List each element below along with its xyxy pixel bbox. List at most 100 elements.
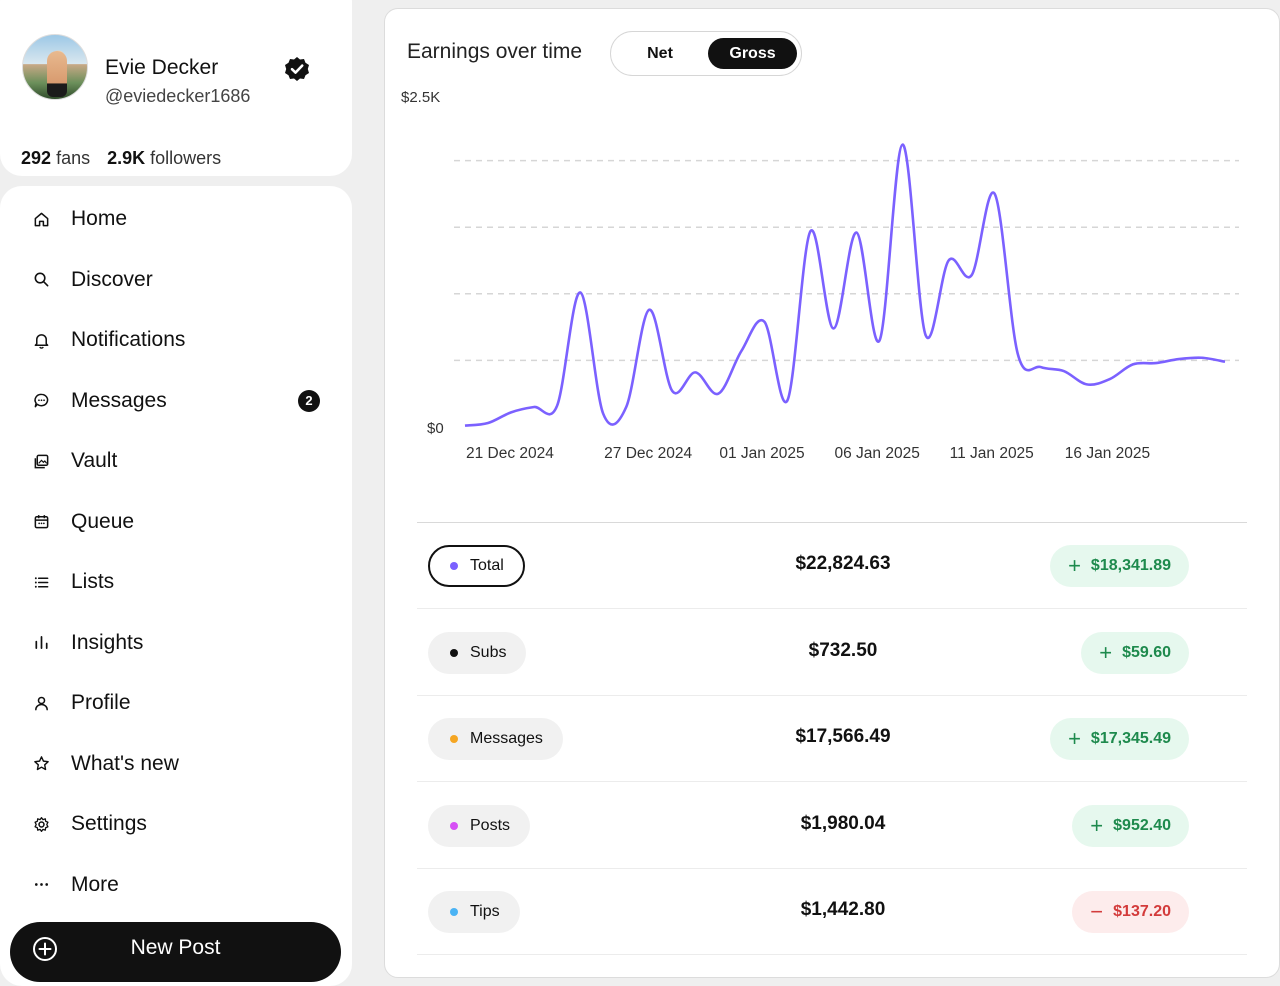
change-amount: $59.60 [1122,643,1171,661]
change-amount: $952.40 [1113,816,1171,834]
category-label: Posts [470,816,511,834]
category-pill-messages[interactable]: Messages [428,718,563,760]
followers-label: followers [150,148,222,168]
category-pill-tips[interactable]: Tips [428,891,520,933]
data-point[interactable] [782,395,792,405]
data-point[interactable] [1013,349,1023,359]
data-point[interactable] [506,407,516,417]
nav-item-what-s-new[interactable]: What's new [0,736,352,792]
data-point[interactable] [852,228,862,238]
nav-item-insights[interactable]: Insights [0,615,352,671]
data-point[interactable] [736,346,746,356]
nav-item-vault[interactable]: Vault [0,433,352,489]
plus-icon: + [1099,639,1113,665]
data-point[interactable] [921,330,931,340]
earnings-row-tips: Tips $1,442.80 − $137.20 [417,869,1247,955]
earnings-row-total: Total $22,824.63 + $18,341.89 [417,523,1247,609]
change-badge: + $17,345.49 [1050,718,1189,760]
nav-item-home[interactable]: Home [0,191,352,247]
nav-item-label: Settings [71,812,147,835]
data-point[interactable] [460,421,470,431]
chat-bubble-icon [32,392,50,410]
data-point[interactable] [552,401,562,411]
data-point[interactable] [898,140,908,150]
data-point[interactable] [1174,354,1184,364]
earnings-panel: Earnings over time Net Gross $2.5K $0 21… [384,8,1280,978]
username-handle: @eviedecker1686 [105,86,251,106]
nav-item-messages[interactable]: Messages 2 [0,373,352,429]
nav-item-label: Profile [71,691,131,714]
gear-icon [32,815,50,833]
user-icon [32,694,50,712]
category-label: Subs [470,643,507,661]
category-pill-total[interactable]: Total [428,545,525,587]
nav-item-label: Queue [71,509,135,533]
category-pill-subs[interactable]: Subs [428,631,527,674]
bell-icon [32,331,50,349]
nav-item-more[interactable]: More [0,857,352,913]
x-tick-label: 11 Jan 2025 [949,445,1034,462]
legend-dot [450,821,458,830]
data-point[interactable] [644,305,654,315]
bar-chart-icon [32,634,50,652]
data-point[interactable] [1151,358,1161,368]
data-point[interactable] [575,287,585,297]
data-point[interactable] [1105,374,1115,384]
data-point[interactable] [713,389,723,399]
data-point[interactable] [805,226,815,236]
nav-item-profile[interactable]: Profile [0,675,352,731]
nav-item-label: Home [71,207,128,230]
nav-item-label: Notifications [71,328,186,351]
data-point[interactable] [1197,353,1207,363]
data-point[interactable] [828,323,838,333]
category-label: Total [470,557,504,574]
category-amount: $732.50 [808,639,878,661]
data-point[interactable] [598,409,608,419]
nav-item-label: Lists [71,570,115,593]
data-point[interactable] [483,418,493,428]
nav-item-notifications[interactable]: Notifications [0,312,352,368]
nav-item-label: Discover [71,267,153,291]
star-icon [32,755,50,773]
earnings-row-messages: Messages $17,566.49 + $17,345.49 [417,696,1247,782]
change-badge: − $137.20 [1072,891,1189,933]
new-post-button[interactable]: New Post [10,922,341,982]
change-badge: + $18,341.89 [1050,545,1189,587]
data-point[interactable] [621,402,631,412]
data-point[interactable] [759,317,769,327]
data-point[interactable] [667,386,677,396]
earnings-line-chart[interactable] [385,9,1280,509]
fans-count: 292 [21,148,52,168]
image-stack-icon [32,452,50,470]
nav-item-label: What's new [71,751,179,775]
earnings-row-posts: Posts $1,980.04 + $952.40 [417,783,1247,869]
data-point[interactable] [1220,357,1230,367]
data-point[interactable] [875,335,885,345]
avatar[interactable] [22,34,88,100]
profile-card: Evie Decker @eviedecker1686 292 fans 2.9… [0,0,352,176]
data-point[interactable] [1059,366,1069,376]
data-point[interactable] [1036,362,1046,372]
nav-item-settings[interactable]: Settings [0,796,352,852]
data-point[interactable] [967,270,977,280]
category-amount: $1,442.80 [800,899,886,920]
calendar-icon [32,513,50,531]
data-point[interactable] [1082,379,1092,389]
nav-item-discover[interactable]: Discover [0,252,352,308]
search-icon [32,271,50,289]
nav-item-label: More [71,872,119,896]
x-tick-label: 01 Jan 2025 [719,445,805,462]
data-point[interactable] [1128,359,1138,369]
data-point[interactable] [690,367,700,377]
profile-stats: 292 fans 2.9K followers [21,148,221,169]
data-point[interactable] [529,402,539,412]
change-badge: + $952.40 [1072,804,1189,847]
data-point[interactable] [990,189,1000,199]
display-name[interactable]: Evie Decker [105,56,218,80]
home-icon [32,210,50,228]
nav-item-lists[interactable]: Lists [0,554,352,610]
plus-icon: + [1068,726,1081,751]
data-point[interactable] [944,256,954,266]
category-pill-posts[interactable]: Posts [428,804,531,847]
nav-item-queue[interactable]: Queue [0,494,352,550]
